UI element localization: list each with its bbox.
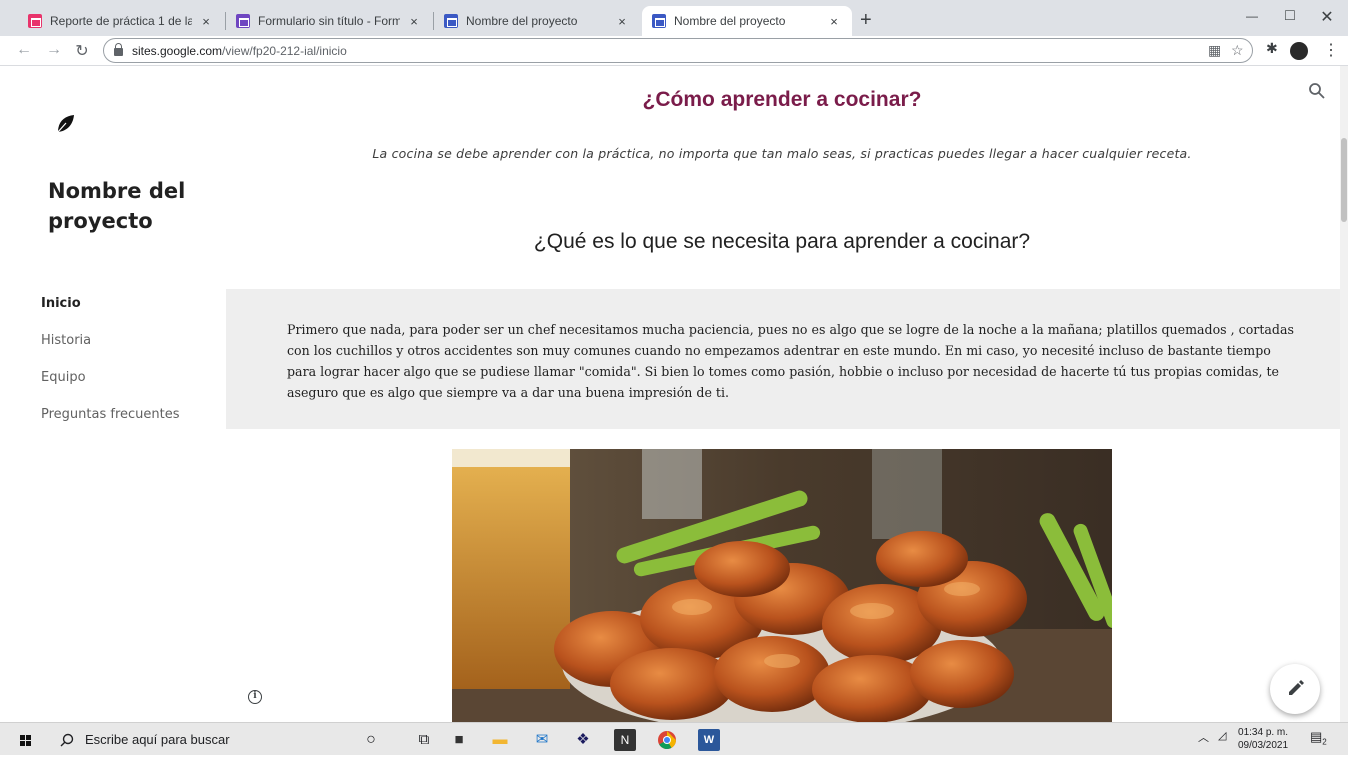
forms-icon [236,14,250,28]
tab-close-icon[interactable]: × [614,14,630,29]
url-path: /view/fp20-212-ial/inicio [222,43,347,58]
bookmark-star-icon[interactable]: ☆ [1231,42,1244,59]
sites-icon [652,14,666,28]
section-heading: ¿Qué es lo que se necesita para aprender… [533,230,1031,253]
windows-start-icon[interactable] [20,735,32,747]
chrome-icon[interactable] [656,729,678,751]
store-bag-icon[interactable]: ■ [448,729,470,751]
info-icon[interactable]: i [248,690,262,704]
task-view-icon[interactable]: ⧉ [413,729,435,751]
dropbox-icon[interactable]: ❖ [572,729,594,751]
tab-strip: Reporte de práctica 1 de laborat × Formu… [0,0,1348,36]
nav-item-equipo[interactable]: Equipo [41,370,180,407]
site-title[interactable]: Nombre del proyecto [48,176,208,236]
tab-close-icon[interactable]: × [406,14,422,29]
minimize-button[interactable]: — [1237,9,1267,23]
taskbar-clock[interactable]: 01:34 p. m. 09/03/2021 [1238,726,1288,752]
url-host: sites.google.com [132,43,223,58]
notification-count: 2 [1322,737,1327,747]
maximize-button[interactable]: □ [1275,7,1305,25]
edit-fab-button[interactable] [1270,664,1320,714]
tab-title: Formulario sin título - Formulario [258,14,400,28]
site-page: Nombre del proyecto Inicio Historia Equi… [0,66,1348,722]
close-window-button[interactable]: ✕ [1312,7,1342,27]
mail-icon[interactable]: ✉ [531,729,553,751]
search-icon [60,733,74,746]
page-heading: ¿Cómo aprender a cocinar? [642,88,922,111]
tab-title: Reporte de práctica 1 de laborat [50,14,192,28]
lock-icon [114,43,123,56]
qr-code-icon[interactable]: ▦ [1208,42,1221,59]
extensions-puzzle-icon[interactable]: ✱ [1266,40,1278,57]
new-tab-button[interactable]: + [860,9,872,32]
chicken-wings-photo [452,449,1112,722]
text-section: Primero que nada, para poder ser un chef… [226,289,1340,429]
tab-close-icon[interactable]: × [198,14,214,29]
windows-taskbar: Escribe aquí para buscar ○ ⧉ ■ ▬ ✉ ❖ N W… [0,722,1348,755]
page-subtitle: La cocina se debe aprender con la prácti… [372,146,1192,161]
address-bar[interactable]: sites.google.com/view/fp20-212-ial/inici… [103,38,1253,63]
file-explorer-icon[interactable]: ▬ [489,729,511,751]
nav-item-preguntas-frecuentes[interactable]: Preguntas frecuentes [41,407,180,444]
tab-formulario[interactable]: Formulario sin título - Formulario × [226,6,432,36]
word-icon[interactable]: W [698,729,720,751]
menu-kebab-icon[interactable]: ⋮ [1323,40,1339,60]
clock-date: 09/03/2021 [1238,740,1289,751]
forms-pink-icon [28,14,42,28]
back-arrow-icon[interactable]: ← [14,41,34,59]
tab-nombre-proyecto[interactable]: Nombre del proyecto × [434,6,640,36]
notifications-icon[interactable]: ▤2 [1310,729,1327,747]
tab-reporte[interactable]: Reporte de práctica 1 de laborat × [18,6,224,36]
pencil-icon [1289,680,1304,695]
clock-time: 01:34 p. m. [1238,727,1289,738]
tab-close-icon[interactable]: × [826,14,842,29]
cortana-circle-icon[interactable]: ○ [360,729,382,751]
sites-icon [444,14,458,28]
scrollbar-thumb[interactable] [1341,138,1347,222]
tray-chevron-icon[interactable]: ︿ [1198,729,1209,745]
url-text: sites.google.com/view/fp20-212-ial/inici… [132,44,347,58]
forward-arrow-icon[interactable]: → [44,41,64,59]
tab-title: Nombre del proyecto [466,14,578,28]
profile-avatar[interactable] [1290,42,1308,60]
notion-icon[interactable]: N [614,729,636,751]
site-navigation: Inicio Historia Equipo Preguntas frecuen… [41,296,180,444]
leaf-logo-icon [57,115,74,133]
taskbar-search-box[interactable]: Escribe aquí para buscar [50,727,360,752]
tab-title: Nombre del proyecto [674,14,786,28]
nav-item-historia[interactable]: Historia [41,333,180,370]
taskbar-search-placeholder: Escribe aquí para buscar [85,732,230,747]
nav-item-inicio[interactable]: Inicio [41,296,180,333]
section-paragraph: Primero que nada, para poder ser un chef… [287,322,1294,400]
tab-nombre-proyecto-active[interactable]: Nombre del proyecto × [642,6,852,36]
network-icon[interactable]: ◿ [1218,729,1226,742]
browser-toolbar: ← → ↻ sites.google.com/view/fp20-212-ial… [0,36,1348,66]
page-scrollbar[interactable] [1340,66,1348,722]
reload-icon[interactable]: ↻ [72,41,92,61]
